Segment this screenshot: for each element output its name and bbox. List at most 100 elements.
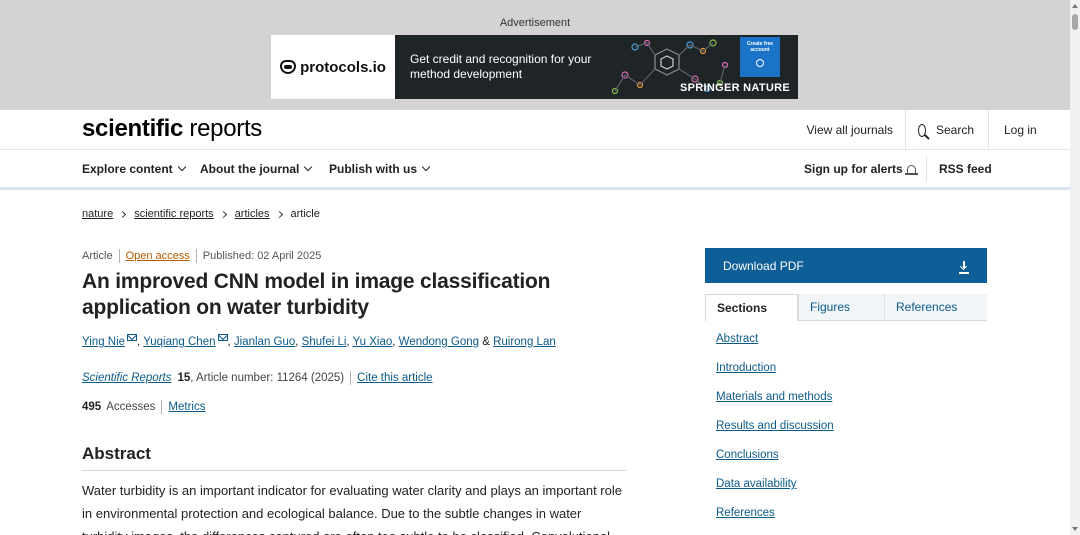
journal-name-link[interactable]: Scientific Reports — [82, 372, 171, 384]
ad-brand: SPRINGER NATURE — [679, 82, 790, 94]
author-link[interactable]: Yuqiang Chen — [143, 336, 215, 348]
alerts-label: Sign up for alerts — [804, 162, 903, 176]
nav-divider — [926, 156, 927, 182]
chevron-down-icon — [304, 162, 313, 172]
list-item: Data availability — [716, 478, 834, 507]
page-scrollbar[interactable] — [1070, 0, 1080, 535]
ad-logo: protocols.io — [271, 35, 395, 99]
brand-light: reports — [183, 115, 263, 142]
nav-about-label: About the journal — [200, 162, 300, 176]
section-link-abstract[interactable]: Abstract — [716, 333, 758, 345]
list-item: Materials and methods — [716, 391, 834, 420]
author-link[interactable]: Jianlan Guo — [234, 336, 295, 348]
volume-number: 15 — [177, 372, 191, 384]
abstract-text: Water turbidity is an important indicato… — [82, 483, 622, 535]
list-item: Introduction — [716, 362, 834, 391]
article-type: Article — [82, 250, 113, 262]
ad-creative[interactable]: protocols.io Get credit and recognition … — [271, 35, 798, 99]
metrics-link[interactable]: Metrics — [168, 401, 205, 413]
cite-article-link[interactable]: Cite this article — [357, 372, 432, 384]
chevron-down-icon — [421, 162, 431, 172]
breadcrumb-scientific-reports[interactable]: scientific reports — [134, 208, 213, 220]
open-access-link[interactable]: Open access — [126, 250, 190, 262]
chevron-right-icon — [275, 210, 283, 218]
article-metrics: 495 Accesses Metrics — [82, 400, 205, 414]
list-item: Conclusions — [716, 449, 834, 478]
nav-explore-content[interactable]: Explore content — [82, 150, 186, 188]
site-header: scientific reports View all journals Sea… — [0, 110, 1070, 150]
section-link-introduction[interactable]: Introduction — [716, 362, 776, 374]
nav-publish-label: Publish with us — [329, 162, 418, 176]
ad-message: Get credit and recognition for your meth… — [410, 52, 592, 81]
chevron-right-icon — [119, 210, 127, 218]
sign-up-alerts-link[interactable]: Sign up for alerts — [804, 150, 918, 188]
ad-cta-button[interactable]: Create free account — [740, 37, 780, 77]
ad-logo-text: protocols.io — [300, 58, 386, 76]
search-label: Search — [935, 123, 974, 137]
sidebar-tabs: Sections Figures References — [705, 294, 987, 321]
list-item: Results and discussion — [716, 420, 834, 449]
bell-icon — [904, 164, 918, 175]
section-link-data-availability[interactable]: Data availability — [716, 478, 797, 490]
breadcrumb-nature[interactable]: nature — [82, 208, 113, 220]
section-link-results[interactable]: Results and discussion — [716, 420, 834, 432]
main-nav: Explore content About the journal Publis… — [0, 150, 1070, 190]
published-date: Published: 02 April 2025 — [202, 250, 322, 262]
download-pdf-label: Download PDF — [723, 258, 804, 273]
download-icon-base — [959, 272, 969, 274]
scrollbar-thumb[interactable] — [1072, 14, 1078, 30]
article-meta: Article Open access Published: 02 April … — [82, 249, 321, 263]
author-link[interactable]: Yu Xiao — [353, 336, 393, 348]
arrow-circle-icon — [756, 59, 764, 67]
tab-figures[interactable]: Figures — [798, 294, 884, 321]
search-button[interactable]: Search — [905, 110, 988, 150]
author-link[interactable]: Wendong Gong — [399, 336, 479, 348]
list-item: Abstract — [716, 333, 834, 362]
brand-bold: scientific — [82, 115, 184, 142]
email-icon[interactable] — [127, 334, 138, 341]
tab-sections[interactable]: Sections — [705, 294, 798, 321]
advertisement-banner: Advertisement protocols.io Get credit an… — [0, 0, 1070, 110]
divider — [195, 249, 197, 263]
search-icon — [918, 123, 926, 137]
accesses-count: 495 — [82, 401, 102, 413]
ad-cta-label: Create free account — [746, 41, 774, 53]
breadcrumb: nature scientific reports articles artic… — [82, 208, 320, 220]
divider — [118, 249, 120, 263]
ad-artwork: Create free account SPRINGER NATURE — [595, 35, 798, 99]
header-actions: View all journals Search Log in — [793, 110, 1071, 150]
journal-citation: Scientific Reports 15 , Article number: … — [82, 371, 433, 385]
author-link[interactable]: Shufei Li — [302, 336, 347, 348]
rss-feed-link[interactable]: RSS feed — [939, 150, 992, 188]
download-icon — [959, 261, 969, 272]
scroll-up-icon[interactable] — [1072, 4, 1078, 8]
chevron-right-icon — [219, 210, 227, 218]
section-link-references[interactable]: References — [716, 507, 775, 519]
breadcrumb-current: article — [290, 208, 320, 220]
scroll-down-icon[interactable] — [1072, 527, 1078, 531]
login-link[interactable]: Log in — [988, 110, 1070, 150]
author-list: Ying Nie, Yuqiang Chen, Jianlan Guo, Shu… — [82, 334, 556, 348]
author-link[interactable]: Ruirong Lan — [493, 336, 556, 348]
download-pdf-button[interactable]: Download PDF — [705, 248, 987, 283]
author-link[interactable]: Ying Nie — [82, 336, 125, 348]
section-link-methods[interactable]: Materials and methods — [716, 391, 832, 403]
chevron-down-icon — [177, 162, 186, 172]
divider — [161, 400, 163, 414]
abstract-heading: Abstract — [82, 444, 627, 471]
list-item: References — [716, 507, 834, 535]
view-all-journals-link[interactable]: View all journals — [793, 110, 906, 150]
email-icon[interactable] — [217, 334, 228, 341]
ad-label: Advertisement — [499, 17, 571, 29]
nav-about-journal[interactable]: About the journal — [200, 150, 313, 188]
sections-list: Abstract Introduction Materials and meth… — [716, 333, 834, 535]
section-link-conclusions[interactable]: Conclusions — [716, 449, 779, 461]
nav-publish-with-us[interactable]: Publish with us — [329, 150, 431, 188]
article-number: , Article number: 11264 (2025) — [190, 372, 345, 384]
breadcrumb-articles[interactable]: articles — [235, 208, 270, 220]
accesses-label: Accesses — [106, 401, 156, 413]
journal-logo[interactable]: scientific reports — [82, 115, 262, 143]
nav-explore-label: Explore content — [82, 162, 173, 176]
divider — [350, 371, 352, 385]
tab-references[interactable]: References — [884, 294, 987, 321]
